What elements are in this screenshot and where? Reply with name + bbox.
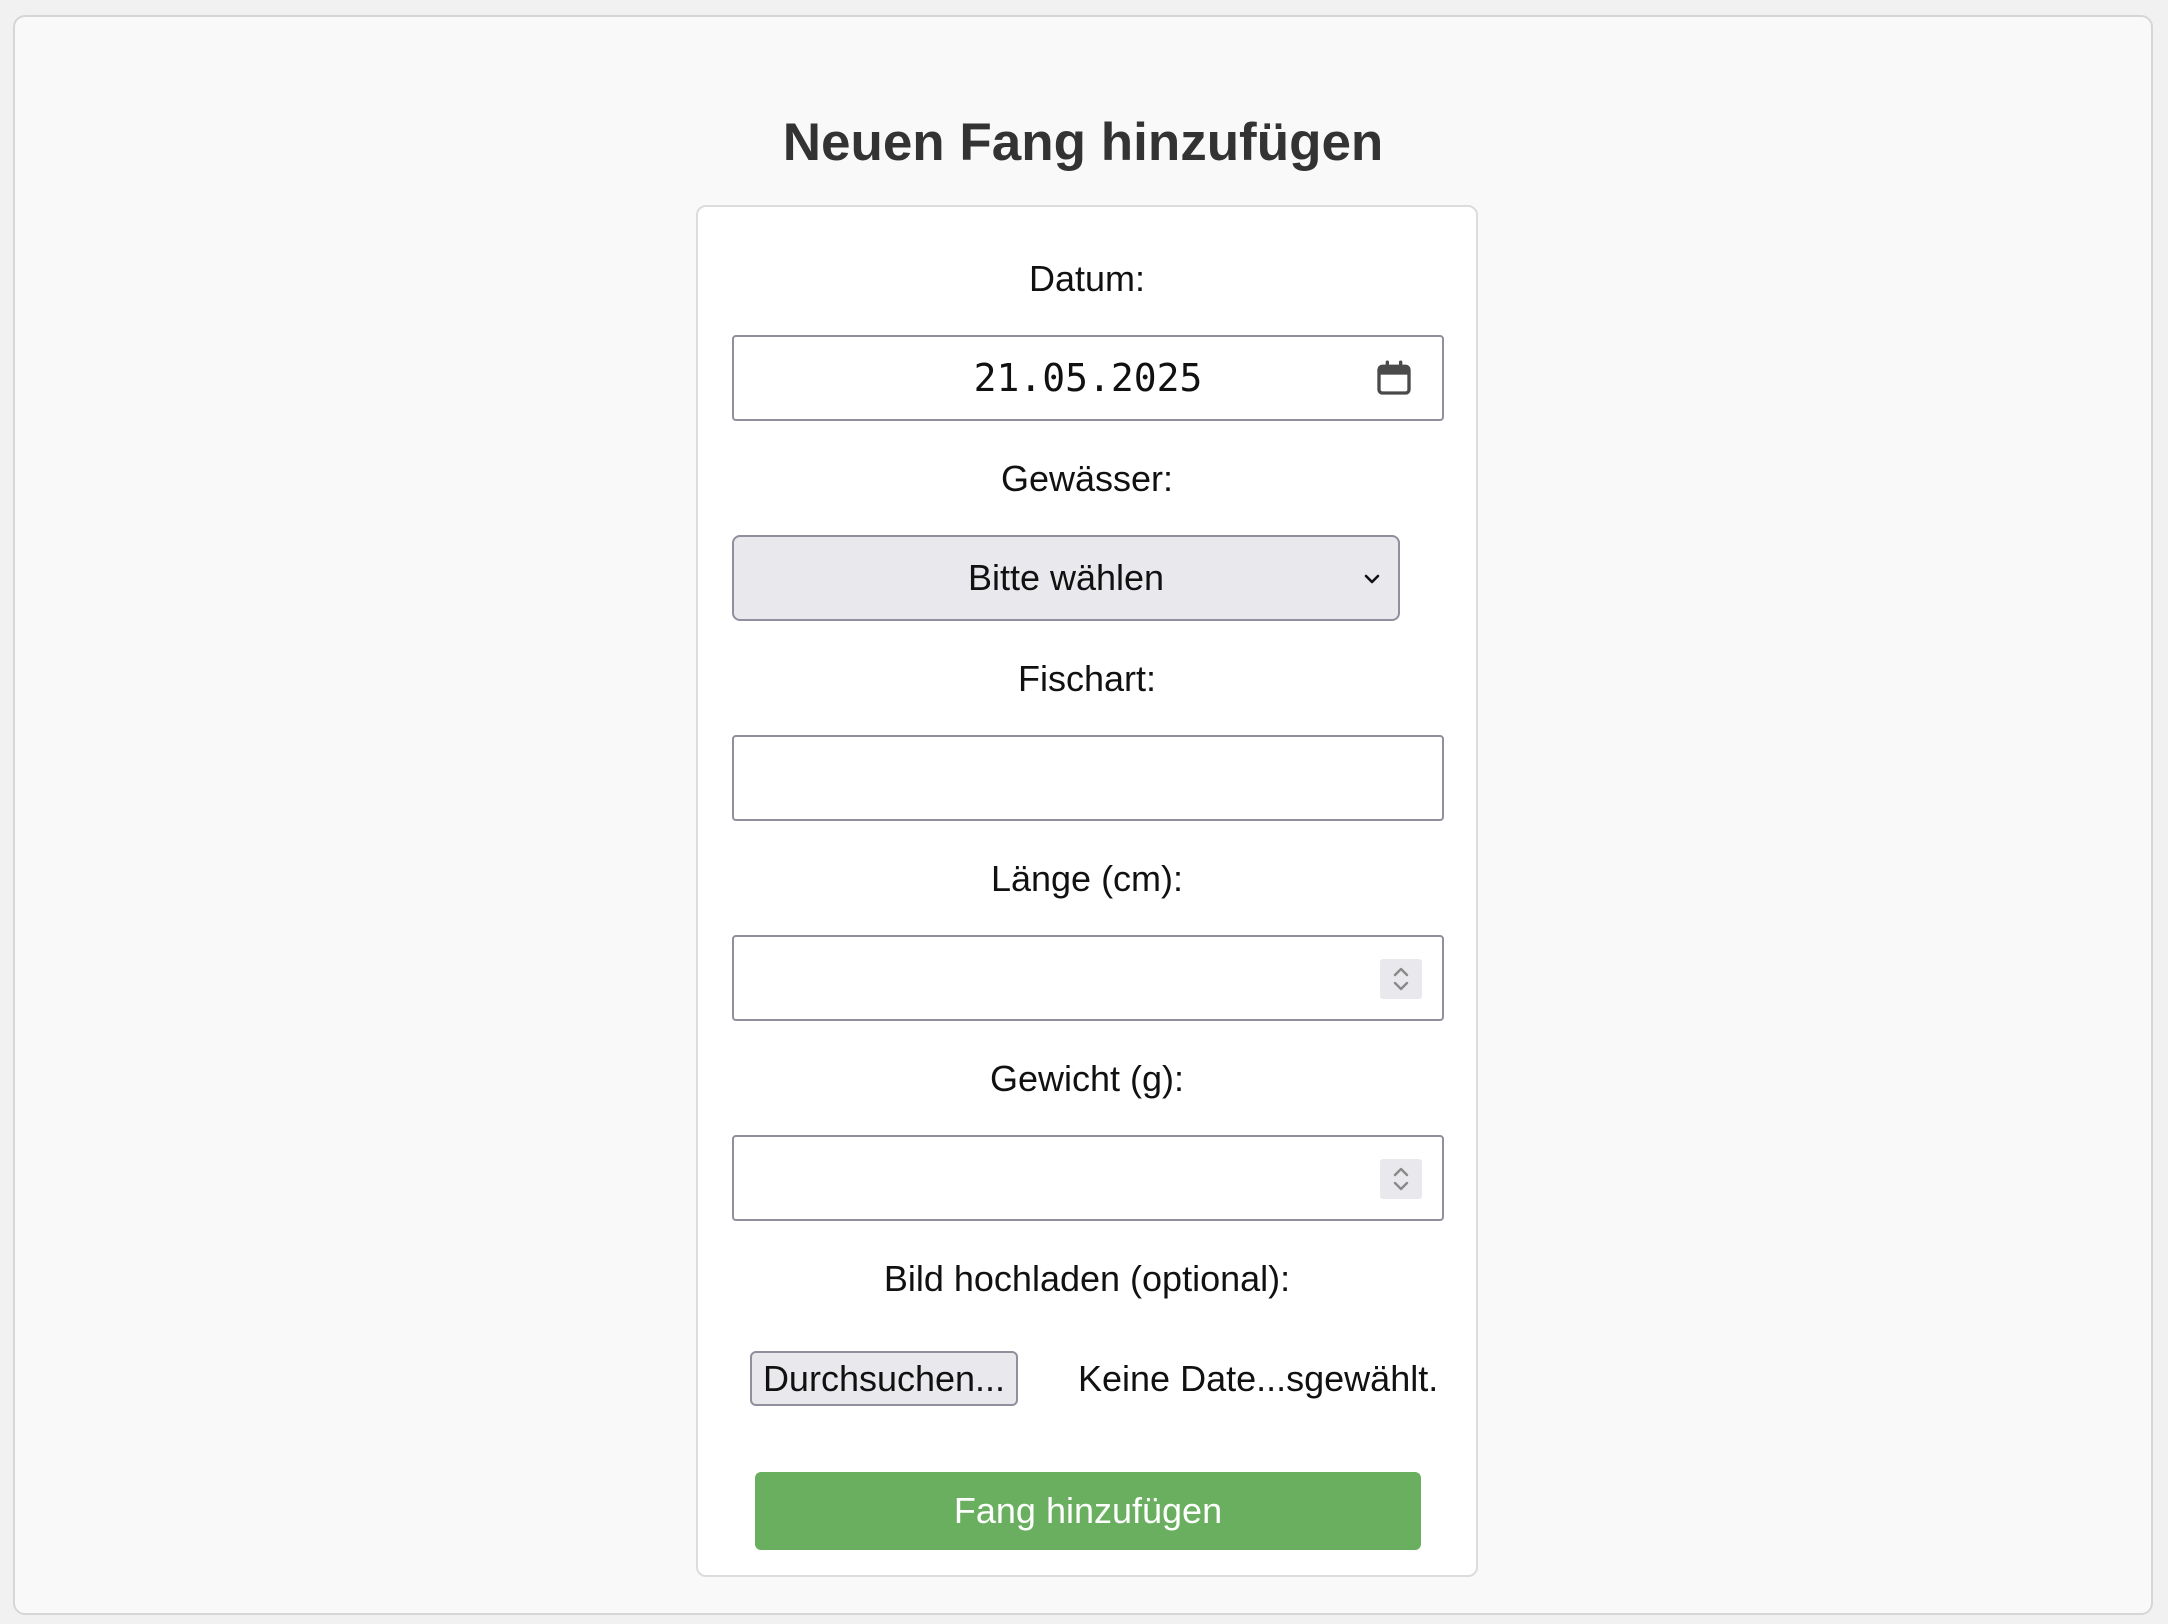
- water-select[interactable]: Bitte wählen: [732, 535, 1400, 621]
- page-frame: Neuen Fang hinzufügen Datum: 21.05.2025 …: [13, 15, 2153, 1615]
- add-catch-form: Datum: 21.05.2025 Gewässer: Bitte wählen…: [696, 205, 1478, 1577]
- length-input[interactable]: [732, 935, 1444, 1021]
- species-label: Fischart:: [1017, 658, 1157, 699]
- date-input[interactable]: 21.05.2025: [732, 335, 1444, 421]
- file-status: Keine Date...sgewählt.: [1078, 1358, 1439, 1399]
- weight-input[interactable]: [732, 1135, 1444, 1221]
- date-value: 21.05.2025: [973, 356, 1203, 400]
- spinner-icon[interactable]: [1380, 1159, 1422, 1199]
- water-label: Gewässer:: [1000, 458, 1174, 499]
- browse-button[interactable]: Durchsuchen...: [750, 1351, 1018, 1406]
- add-catch-button[interactable]: Fang hinzufügen: [755, 1472, 1421, 1550]
- chevron-down-icon: [1364, 574, 1380, 584]
- water-select-value: Bitte wählen: [967, 557, 1165, 598]
- weight-label: Gewicht (g):: [989, 1058, 1185, 1099]
- page-title: Neuen Fang hinzufügen: [782, 113, 1384, 172]
- spinner-icon[interactable]: [1380, 959, 1422, 999]
- image-upload-label: Bild hochladen (optional):: [883, 1258, 1291, 1299]
- species-input[interactable]: [732, 735, 1444, 821]
- date-label: Datum:: [1028, 258, 1146, 299]
- length-label: Länge (cm):: [990, 858, 1184, 899]
- calendar-icon[interactable]: [1374, 358, 1414, 398]
